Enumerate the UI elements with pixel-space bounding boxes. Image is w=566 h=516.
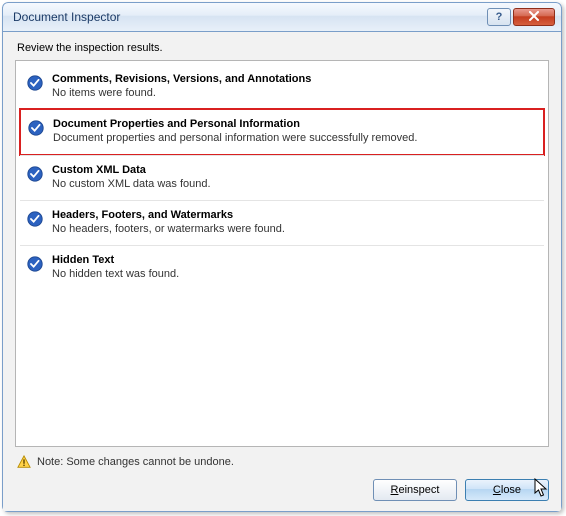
close-icon [528, 10, 540, 24]
warning-icon [17, 455, 31, 469]
help-icon: ? [496, 11, 503, 23]
result-text: Headers, Footers, and Watermarks No head… [52, 209, 538, 235]
close-label: Close [493, 484, 521, 496]
result-row: Custom XML Data No custom XML data was f… [20, 155, 544, 200]
result-title: Headers, Footers, and Watermarks [52, 209, 538, 221]
result-title: Comments, Revisions, Versions, and Annot… [52, 73, 538, 85]
result-row: Headers, Footers, and Watermarks No head… [20, 200, 544, 245]
checkmark-icon [26, 165, 44, 183]
dialog-window: Document Inspector ? Review the inspecti… [2, 2, 562, 512]
result-desc: No custom XML data was found. [52, 178, 538, 190]
note-text: Note: Some changes cannot be undone. [37, 456, 234, 468]
checkmark-icon [26, 74, 44, 92]
window-close-button[interactable] [513, 8, 555, 26]
note-row: Note: Some changes cannot be undone. [15, 455, 549, 469]
result-title: Document Properties and Personal Informa… [53, 118, 537, 130]
result-row: Hidden Text No hidden text was found. [20, 245, 544, 290]
result-text: Hidden Text No hidden text was found. [52, 254, 538, 280]
reinspect-label: Reinspect [391, 484, 440, 496]
results-panel: Comments, Revisions, Versions, and Annot… [15, 60, 549, 447]
checkmark-icon [26, 210, 44, 228]
checkmark-icon [27, 119, 45, 137]
result-desc: No hidden text was found. [52, 268, 538, 280]
result-title: Custom XML Data [52, 164, 538, 176]
result-desc: Document properties and personal informa… [53, 132, 537, 144]
window-title: Document Inspector [13, 10, 487, 24]
close-button[interactable]: Close [465, 479, 549, 501]
reinspect-button[interactable]: Reinspect [373, 479, 457, 501]
result-title: Hidden Text [52, 254, 538, 266]
result-text: Document Properties and Personal Informa… [53, 118, 537, 144]
result-text: Comments, Revisions, Versions, and Annot… [52, 73, 538, 99]
result-desc: No headers, footers, or watermarks were … [52, 223, 538, 235]
dialog-body: Review the inspection results. Comments,… [2, 32, 562, 512]
result-text: Custom XML Data No custom XML data was f… [52, 164, 538, 190]
result-row-highlighted: Document Properties and Personal Informa… [19, 108, 545, 156]
button-row: Reinspect Close [15, 479, 549, 501]
instruction-text: Review the inspection results. [17, 42, 549, 54]
result-row: Comments, Revisions, Versions, and Annot… [20, 65, 544, 109]
titlebar-buttons: ? [487, 8, 555, 26]
titlebar[interactable]: Document Inspector ? [2, 2, 562, 32]
help-button[interactable]: ? [487, 8, 511, 26]
result-desc: No items were found. [52, 87, 538, 99]
checkmark-icon [26, 255, 44, 273]
footer: Note: Some changes cannot be undone. Rei… [15, 455, 549, 501]
